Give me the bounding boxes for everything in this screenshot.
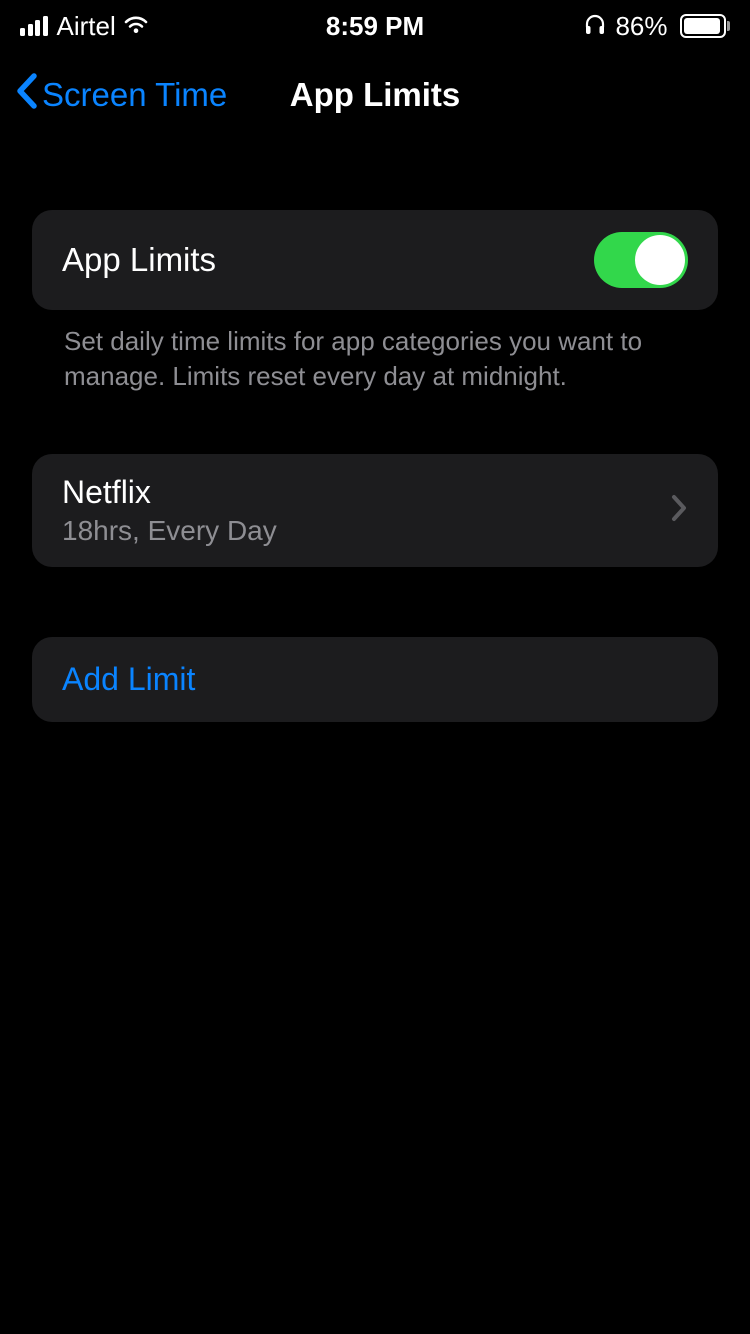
toggle-knob — [635, 235, 685, 285]
navigation-bar: Screen Time App Limits — [0, 56, 750, 142]
app-limits-toggle-label: App Limits — [62, 241, 216, 279]
page-title: App Limits — [290, 76, 461, 114]
back-label: Screen Time — [42, 76, 227, 114]
chevron-left-icon — [14, 72, 38, 118]
app-limits-toggle-row: App Limits — [32, 210, 718, 310]
status-bar: Airtel 8:59 PM 86% — [0, 0, 750, 44]
add-limit-label: Add Limit — [62, 661, 195, 697]
add-limit-button[interactable]: Add Limit — [32, 637, 718, 722]
battery-icon — [676, 14, 731, 38]
back-button[interactable]: Screen Time — [14, 72, 227, 118]
status-right: 86% — [583, 11, 730, 42]
battery-percent: 86% — [615, 11, 667, 42]
limit-title: Netflix — [62, 474, 277, 511]
app-limits-toggle[interactable] — [594, 232, 688, 288]
limit-subtitle: 18hrs, Every Day — [62, 515, 277, 547]
limit-row-netflix[interactable]: Netflix 18hrs, Every Day — [32, 454, 718, 567]
headphones-icon — [583, 11, 607, 42]
wifi-icon — [122, 11, 150, 42]
carrier-label: Airtel — [57, 11, 116, 42]
status-time: 8:59 PM — [326, 11, 424, 42]
status-left: Airtel — [20, 11, 150, 42]
chevron-right-icon — [670, 493, 688, 528]
app-limits-footer-text: Set daily time limits for app categories… — [32, 310, 718, 394]
cellular-signal-icon — [20, 16, 48, 36]
